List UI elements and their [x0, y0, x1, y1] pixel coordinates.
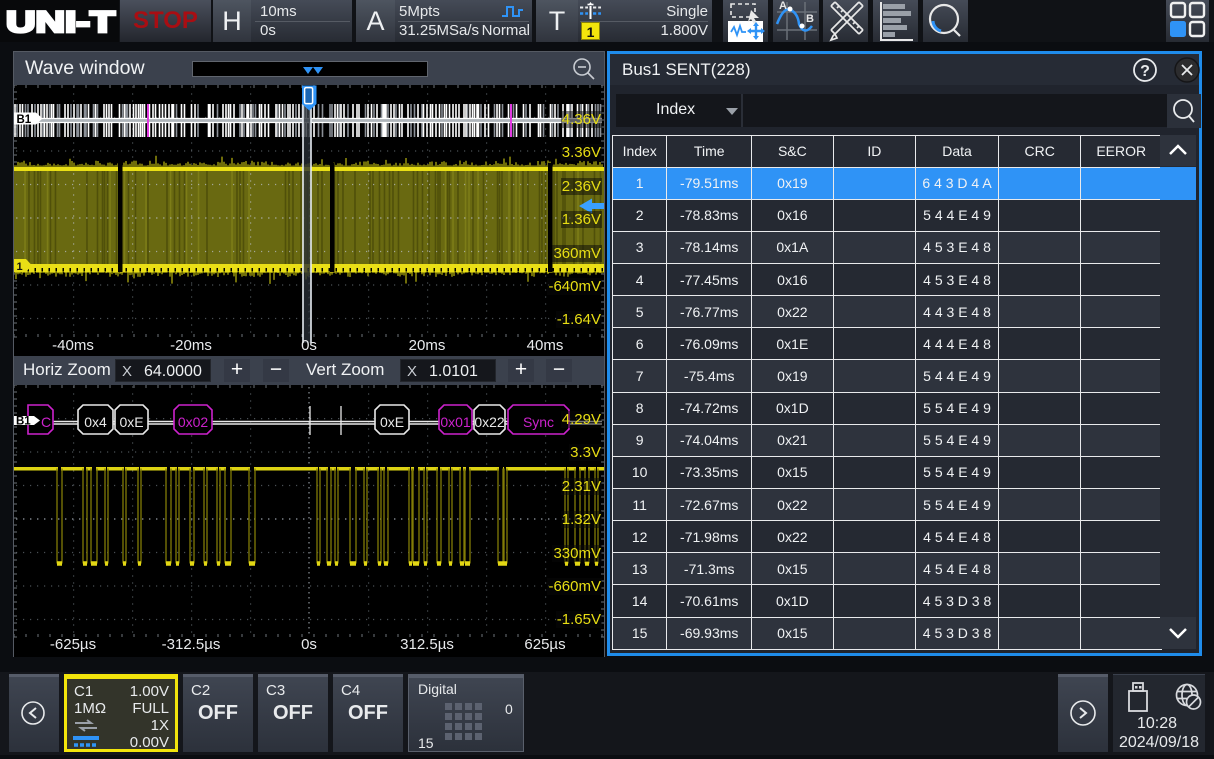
svg-text:0xE: 0xE [380, 414, 404, 430]
svg-text:0x02: 0x02 [178, 414, 209, 430]
svg-text:UNI-T: UNI-T [6, 6, 115, 38]
svg-text:B1: B1 [16, 416, 31, 428]
svg-text:0x01: 0x01 [440, 414, 471, 430]
svg-text:0x4: 0x4 [84, 414, 107, 430]
svg-text:B1: B1 [17, 114, 32, 126]
svg-text:1: 1 [17, 261, 23, 273]
svg-text:C: C [41, 414, 51, 430]
svg-text:0x22: 0x22 [474, 414, 505, 430]
svg-text:0xE: 0xE [119, 414, 143, 430]
svg-text:B: B [806, 13, 814, 25]
svg-text:?: ? [1140, 63, 1150, 80]
svg-text:A: A [779, 0, 787, 12]
